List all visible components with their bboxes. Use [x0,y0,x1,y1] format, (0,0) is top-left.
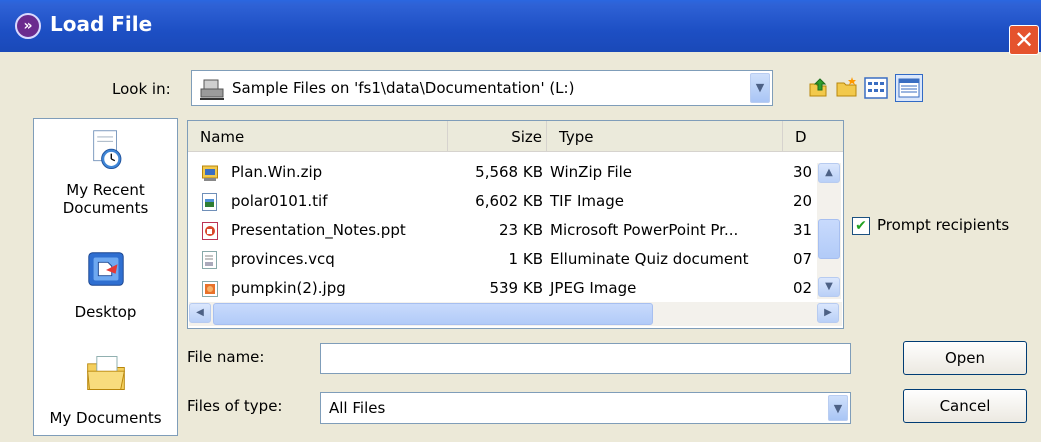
file-date: 20 [793,192,813,210]
file-date: 31 [793,221,813,239]
scroll-up-button[interactable]: ▲ [818,163,840,183]
chevron-down-icon[interactable]: ▼ [828,395,848,421]
column-header-date[interactable]: D [783,121,843,151]
file-name: Plan.Win.zip [231,163,323,181]
file-date: 30 [793,163,813,181]
file-type: WinZip File [550,163,633,181]
file-row[interactable]: provinces.vcq 1 KB Elluminate Quiz docum… [188,246,818,275]
place-my-recent-documents[interactable]: My Recent Documents [34,129,177,217]
my-documents-icon [86,356,125,390]
place-label-line2: Documents [62,199,149,217]
vertical-scroll-thumb[interactable] [818,219,840,259]
place-my-documents[interactable]: My Documents [34,351,177,427]
title-bar: » Load File [0,0,1041,52]
horizontal-scrollbar[interactable]: ◀ ▶ [189,302,842,326]
scroll-down-button[interactable]: ▼ [818,277,840,297]
up-one-level-icon[interactable] [806,76,830,100]
column-header-type[interactable]: Type [547,121,783,151]
prompt-recipients-checkbox[interactable]: ✔ [852,217,870,235]
network-drive-icon [200,79,224,100]
file-name: pumpkin(2).jpg [231,279,346,297]
close-button[interactable]: ✕ [1009,25,1039,55]
file-list-header: Name Size Type D [188,121,843,152]
list-view-icon[interactable] [864,76,888,100]
files-of-type-label: Files of type: [187,397,283,415]
file-list: Name Size Type D Plan.Win.zip 5,568 KB W… [187,120,844,329]
file-name: polar0101.tif [231,192,328,210]
file-size: 5,568 KB [475,163,543,181]
places-bar: My Recent Documents Desktop My Documents [33,118,178,436]
create-new-folder-icon[interactable] [835,76,859,100]
file-type: TIF Image [550,192,624,210]
file-name: Presentation_Notes.ppt [231,221,406,239]
file-row[interactable]: pumpkin(2).jpg 539 KB JPEG Image 02 [188,275,818,304]
file-size: 6,602 KB [475,192,543,210]
file-name: provinces.vcq [231,250,335,268]
window-title: Load File [50,12,153,36]
file-name-label: File name: [187,348,265,366]
file-row[interactable]: Presentation_Notes.ppt 23 KB Microsoft P… [188,217,818,246]
chevron-down-icon[interactable]: ▼ [750,73,770,103]
files-of-type-dropdown[interactable]: All Files ▼ [320,392,851,424]
file-size: 23 KB [499,221,543,239]
file-date: 07 [793,250,813,268]
file-type: JPEG Image [550,279,637,297]
file-size: 1 KB [508,250,543,268]
file-type: Elluminate Quiz document [550,250,749,268]
recent-documents-icon [92,130,121,170]
file-name-input[interactable] [320,343,851,374]
files-of-type-value: All Files [329,399,386,417]
scroll-right-button[interactable]: ▶ [817,303,839,323]
tif-image-icon [202,193,217,211]
powerpoint-file-icon [202,222,218,240]
cancel-button[interactable]: Cancel [903,389,1027,423]
quiz-document-icon [202,251,217,269]
scroll-left-button[interactable]: ◀ [189,303,211,323]
file-row[interactable]: polar0101.tif 6,602 KB TIF Image 20 [188,188,818,217]
file-type: Microsoft PowerPoint Pr... [550,221,739,239]
place-desktop[interactable]: Desktop [34,247,177,321]
horizontal-scroll-thumb[interactable] [213,303,653,325]
vertical-scrollbar[interactable]: ▲ ▼ [817,163,841,299]
column-header-size[interactable]: Size [448,121,547,151]
app-logo-icon: » [15,13,41,39]
place-label: Desktop [74,303,137,321]
jpeg-image-icon [202,281,218,297]
place-label-line1: My Recent [66,181,145,199]
place-label: My Documents [49,409,162,427]
desktop-icon [87,252,124,286]
column-header-name[interactable]: Name [188,121,448,151]
file-row[interactable]: Plan.Win.zip 5,568 KB WinZip File 30 [188,159,818,188]
file-date: 02 [793,279,813,297]
open-button[interactable]: Open [903,341,1027,375]
zip-file-icon [202,165,218,181]
look-in-dropdown[interactable]: Sample Files on 'fs1\data\Documentation'… [191,70,773,106]
details-view-icon[interactable] [895,74,923,102]
file-size: 539 KB [489,279,543,297]
look-in-value: Sample Files on 'fs1\data\Documentation'… [232,79,575,97]
look-in-label: Look in: [112,80,171,98]
prompt-recipients-label: Prompt recipients [877,216,1010,234]
